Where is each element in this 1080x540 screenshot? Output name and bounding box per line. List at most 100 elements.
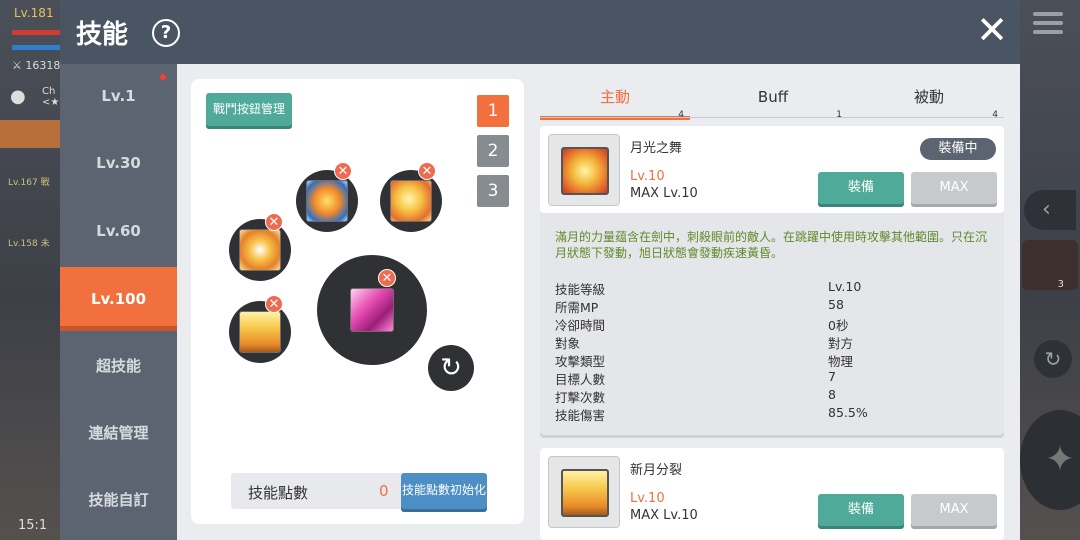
- skill-slot[interactable]: ✕: [229, 213, 291, 281]
- battle-button-manage[interactable]: 戰鬥按鈕管理: [206, 93, 292, 126]
- stat-key: 技能等級: [555, 282, 606, 297]
- preset-2-button[interactable]: 2: [477, 135, 509, 167]
- hamburger-menu-icon[interactable]: [1033, 12, 1063, 38]
- stat-row: 打擊次數 8: [555, 387, 995, 405]
- equip-button[interactable]: 裝備: [818, 172, 904, 204]
- stat-row: 技能等級 Lv.10: [555, 279, 995, 297]
- skill-stats: 技能等級 Lv.10 所需MP 58 冷卻時間 0秒 對象 對方 攻擊類型 物理 目標人數…: [555, 279, 995, 423]
- auto-refresh-icon[interactable]: ↻: [1034, 340, 1072, 378]
- tab-passive[interactable]: 被動 4: [854, 82, 1004, 120]
- mob-level: Lv.167: [8, 178, 38, 188]
- preset-1-button[interactable]: 1: [477, 95, 509, 127]
- remove-slot-icon[interactable]: ✕: [418, 162, 436, 180]
- stat-row: 攻擊類型 物理: [555, 351, 995, 369]
- skill-description: 滿月的力量蕴含在劍中，刺殺眼前的敵人。在跳躍中使用時攻擊其他範圍。只在沉月狀態下…: [555, 230, 988, 260]
- close-icon[interactable]: ✕: [972, 8, 1012, 52]
- skill-max-level: MAX Lv.10: [630, 186, 698, 201]
- skill-icon: [350, 288, 394, 332]
- map-pin-icon[interactable]: ●: [10, 86, 30, 108]
- stat-row: 對象 對方: [555, 333, 995, 351]
- max-button[interactable]: MAX: [911, 172, 997, 204]
- stat-value: Lv.10: [828, 279, 862, 294]
- skill-level: Lv.10: [630, 491, 665, 506]
- skill-icon: [239, 311, 281, 353]
- equipped-badge: 裝備中: [920, 138, 996, 160]
- mob-label: Lv.167 戰: [8, 175, 50, 188]
- stat-value: 0秒: [828, 318, 849, 333]
- tab-label: 被動: [913, 88, 944, 106]
- combat-power: ⚔ 16318: [12, 59, 61, 72]
- tab-label: Buff: [757, 88, 789, 106]
- stat-key: 目標人數: [555, 372, 606, 387]
- nav-item-lv30[interactable]: Lv.30: [60, 131, 177, 195]
- boss-icon[interactable]: 3: [1022, 240, 1078, 290]
- remove-slot-icon[interactable]: ✕: [265, 295, 283, 313]
- stat-key: 打擊次數: [555, 390, 606, 405]
- location-channel: Ch: [42, 86, 56, 97]
- skill-icon: [561, 147, 609, 195]
- skill-max-level: MAX Lv.10: [630, 508, 698, 523]
- nav-item-link-manage[interactable]: 連結管理: [60, 401, 177, 465]
- skill-icon: [306, 180, 348, 222]
- stat-row: 技能傷害 85.5%: [555, 405, 995, 423]
- stat-key: 攻擊類型: [555, 354, 606, 369]
- skill-icon: [239, 229, 281, 271]
- stat-key: 對象: [555, 336, 581, 351]
- skill-type-tabs: 主動 4 Buff 1 被動 4: [540, 82, 1000, 120]
- tab-buff[interactable]: Buff 1: [698, 82, 848, 120]
- stat-value: 物理: [828, 354, 854, 369]
- preset-3-button[interactable]: 3: [477, 175, 509, 207]
- mp-bar: [12, 45, 60, 50]
- mob-name: 未: [40, 239, 50, 249]
- equip-button[interactable]: 裝備: [818, 494, 904, 526]
- stat-value: 8: [828, 387, 836, 402]
- skill-points-value: 0: [379, 482, 389, 500]
- skill-icon-frame: [548, 456, 620, 528]
- dialog-header: 技能 ? ✕: [60, 0, 1020, 64]
- stat-key: 所需MP: [555, 300, 599, 315]
- remove-slot-icon[interactable]: ✕: [334, 162, 352, 180]
- skill-dialog: 技能 ? ✕ Lv.1 Lv.30 Lv.60 Lv.100 超技能 連結管理 …: [60, 0, 1020, 540]
- location-sub: <★: [42, 97, 60, 108]
- stat-value: 7: [828, 369, 836, 384]
- chevron-left-icon[interactable]: ‹: [1024, 190, 1076, 230]
- max-button[interactable]: MAX: [911, 494, 997, 526]
- skill-icon: [561, 469, 609, 517]
- stat-key: 技能傷害: [555, 408, 606, 423]
- skill-slot[interactable]: ✕: [380, 162, 442, 232]
- remove-slot-icon[interactable]: ✕: [265, 213, 283, 231]
- nav-item-lv60[interactable]: Lv.60: [60, 199, 177, 263]
- skill-slot[interactable]: ✕: [229, 295, 291, 363]
- refresh-icon[interactable]: ↻: [428, 345, 474, 391]
- reset-skill-points-button[interactable]: 技能點數初始化: [401, 473, 487, 509]
- stat-value: 85.5%: [828, 405, 868, 420]
- skill-card[interactable]: 新月分裂 Lv.10 MAX Lv.10 裝備 MAX: [540, 448, 1004, 540]
- attack-button[interactable]: ✦: [1020, 410, 1080, 510]
- help-icon[interactable]: ?: [152, 19, 180, 47]
- stat-key: 冷卻時間: [555, 318, 606, 333]
- player-level: Lv.181: [14, 6, 54, 20]
- skill-icon: [390, 180, 432, 222]
- mob-name: 戰: [40, 178, 50, 188]
- dialog-title: 技能: [76, 20, 129, 50]
- nav-item-lv1[interactable]: Lv.1: [60, 64, 177, 128]
- notification-dot: [160, 74, 166, 80]
- skill-points-label: 技能點數: [248, 484, 309, 502]
- skill-name: 月光之舞: [630, 141, 683, 156]
- main-skill-slot[interactable]: ✕: [317, 255, 427, 365]
- nav-item-skill-custom[interactable]: 技能自訂: [60, 468, 177, 532]
- tab-divider: [540, 117, 1004, 118]
- remove-slot-icon[interactable]: ✕: [378, 269, 396, 287]
- stat-value: 對方: [828, 336, 854, 351]
- location-text: Ch <★: [42, 86, 59, 108]
- clock: 15:1: [18, 518, 48, 533]
- nav-item-lv100[interactable]: Lv.100: [60, 267, 177, 331]
- skill-points-box: 技能點數 0 技能點數初始化: [231, 473, 487, 509]
- quest-banner[interactable]: [0, 120, 60, 148]
- skill-slot[interactable]: ✕: [296, 162, 358, 232]
- skill-card[interactable]: 月光之舞 Lv.10 MAX Lv.10 裝備中 裝備 MAX: [540, 126, 1004, 213]
- stat-row: 所需MP 58: [555, 297, 995, 315]
- tab-active[interactable]: 主動 4: [540, 82, 690, 120]
- nav-item-hyper-skill[interactable]: 超技能: [60, 334, 177, 398]
- skill-name: 新月分裂: [630, 463, 683, 478]
